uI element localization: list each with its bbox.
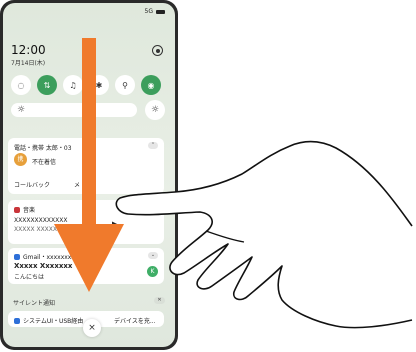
hand-icon xyxy=(115,140,413,329)
swipe-down-arrow xyxy=(54,38,124,292)
gesture-illustration xyxy=(54,38,413,329)
